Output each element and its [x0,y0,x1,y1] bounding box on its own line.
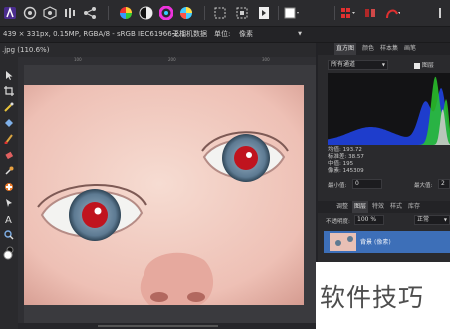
erase-brush-icon[interactable] [3,149,15,161]
opacity-field[interactable]: 100 % [354,215,384,225]
app-persona-icon[interactable] [2,5,18,21]
layers-panel-tabs: 调整 图层 特效 样式 库存 [318,201,450,213]
zoom-tool-icon[interactable] [3,229,15,241]
chevron-down-icon: ▼ [443,217,447,222]
selection-brush-icon[interactable] [3,101,15,113]
ruler-tick-label: 200 [168,57,176,62]
document-tab[interactable]: .jpg (110.6%) [0,43,316,57]
snapping-icon[interactable] [340,5,356,21]
min-label: 最小值: [328,183,347,189]
tab-effects[interactable]: 特效 [370,201,386,213]
lasso-icon[interactable] [234,5,250,21]
context-toolbar: 439 × 331px, 0.15MP, RGBA/8 - sRGB IEC61… [0,26,450,43]
camera-metadata-label: 无相机数据 [172,30,207,38]
color-swatches-icon[interactable] [3,246,15,260]
tab-histogram[interactable]: 直方图 [334,43,357,55]
max-value: 2 [441,180,445,187]
tab-layers[interactable]: 图层 [352,201,369,213]
dodge-tool-icon[interactable] [3,165,15,177]
healing-brush-icon[interactable] [3,181,15,193]
histogram-panel-tabs: 直方图 颜色 样本集 画笔 [318,43,450,55]
liquify-persona-icon[interactable] [42,5,58,21]
layer-toggle-label: 图层 [421,62,434,69]
more-options-icon[interactable] [432,5,448,21]
max-label: 最大值: [414,183,433,189]
channel-value: 所有通道 [331,61,356,68]
stat-label: 中值: [328,161,341,167]
min-value: 0 [355,180,359,187]
share-icon[interactable] [82,5,98,21]
opacity-label: 不透明度: [326,219,350,225]
tab-swatches[interactable]: 样本集 [378,43,400,55]
tab-brushes[interactable]: 画笔 [402,43,418,55]
stat-label: 像素: [328,168,341,174]
develop-persona-icon[interactable] [22,5,38,21]
tools-panel: A [0,57,18,329]
histogram-graph [328,73,450,145]
stat-value: 195 [342,161,354,167]
layer-toggle[interactable]: 图层 [414,60,434,69]
saturation-icon[interactable] [158,5,174,21]
color-wheel-icon[interactable] [118,5,134,21]
marquee-select-icon[interactable] [212,5,228,21]
layer-thumbnail [330,233,356,251]
mask-icon[interactable] [256,5,272,21]
watermark: 软件技巧 [316,262,450,329]
assistant-icon[interactable] [384,5,400,21]
stat-value: 145309 [342,168,364,174]
flood-fill-icon[interactable] [3,117,15,129]
stat-value: 38.57 [348,154,364,160]
pen-tool-icon[interactable] [3,197,15,209]
fill-icon[interactable] [284,5,300,21]
photo-image [24,85,304,305]
white-balance-icon[interactable] [178,5,194,21]
layer-name: 背景 [360,239,373,246]
blend-mode-dropdown[interactable]: 正常 ▼ [414,215,450,225]
ruler-tick-label: 100 [74,57,82,62]
layer-row[interactable]: 背景 (像素) [324,231,450,253]
units-dropdown[interactable]: 像素 ▼ [236,28,304,41]
tab-adjustments[interactable]: 调整 [334,201,350,213]
channel-dropdown[interactable]: 所有通道 ▼ [328,60,388,70]
paint-brush-icon[interactable] [3,133,15,145]
document-info: 439 × 331px, 0.15MP, RGBA/8 - sRGB IEC61… [3,30,186,38]
document-title: .jpg (110.6%) [2,46,50,54]
move-tool-icon[interactable] [3,69,15,81]
contrast-icon[interactable] [138,5,154,21]
flow-icon[interactable] [362,5,378,21]
ruler-tick-label: 300 [262,57,270,62]
tone-map-persona-icon[interactable] [62,5,78,21]
horizontal-scrollbar[interactable] [18,323,316,329]
text-tool-icon[interactable]: A [3,213,15,225]
crop-tool-icon[interactable] [3,85,15,97]
checkbox-icon [414,62,420,69]
chevron-down-icon: ▼ [381,62,385,67]
histogram-stats: 均值: 193.72 标准差: 38.57 中值: 195 像素: 145309 [328,147,364,175]
svg-text:A: A [5,215,12,224]
stat-label: 标准差: [328,154,347,160]
blend-mode-value: 正常 [417,216,430,223]
stat-label: 均值: [328,147,341,153]
units-label: 单位: [214,30,231,38]
chevron-down-icon: ▼ [298,31,302,37]
units-value: 像素 [239,30,253,38]
document-canvas[interactable] [24,65,316,323]
horizontal-ruler: 100 200 300 [18,57,316,65]
tab-color[interactable]: 颜色 [360,43,376,55]
tab-styles[interactable]: 样式 [388,201,404,213]
min-field[interactable]: 0 [352,179,382,189]
layer-kind: (像素) [374,239,391,246]
tab-stock[interactable]: 库存 [406,201,422,213]
opacity-value: 100 % [357,216,377,223]
max-field[interactable]: 2 [438,179,450,189]
stat-value: 193.72 [342,147,362,153]
main-toolbar [0,0,450,26]
